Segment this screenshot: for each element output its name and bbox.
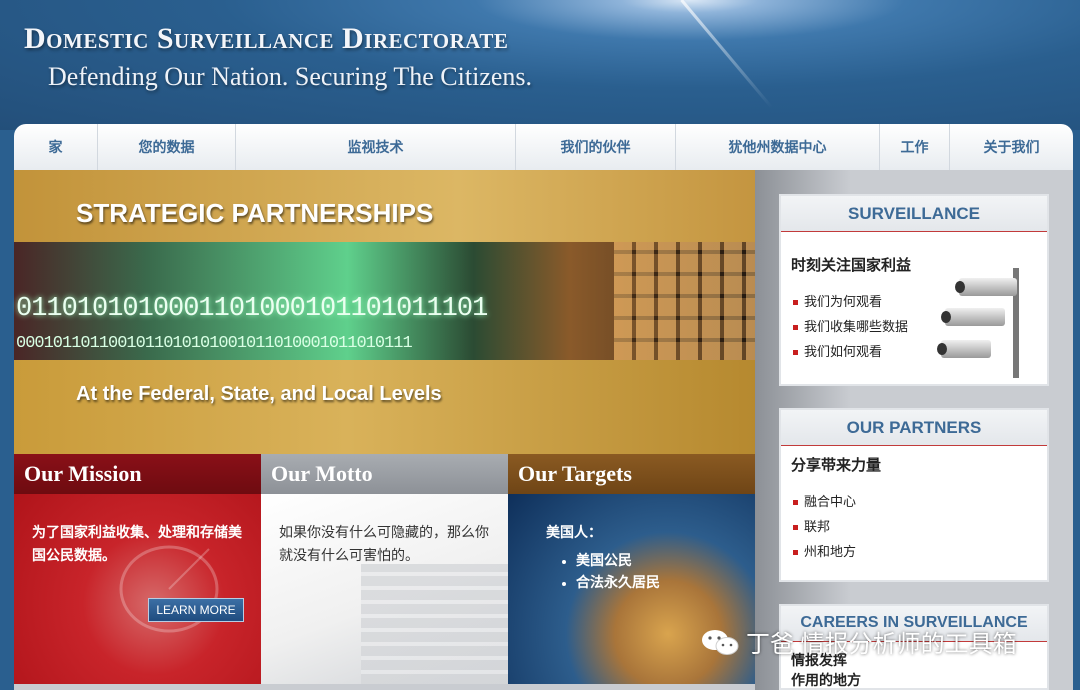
mission-panel: Our Mission 为了国家利益收集、处理和存储美国公民数据。 LEARN …: [14, 454, 261, 684]
mission-text: 为了国家利益收集、处理和存储美国公民数据。: [32, 526, 242, 564]
nav-item-partners[interactable]: 我们的伙伴: [516, 124, 676, 170]
partners-link[interactable]: 融合中心: [793, 489, 1047, 514]
nav-item-home[interactable]: 家: [14, 124, 98, 170]
main-nav: 家 您的数据 监视技术 我们的伙伴 犹他州数据中心 工作 关于我们: [14, 124, 1073, 170]
partners-link[interactable]: 联邦: [793, 514, 1047, 539]
nav-item-your-data[interactable]: 您的数据: [98, 124, 236, 170]
motto-body: 如果你没有什么可隐藏的，那么你就没有什么可害怕的。: [261, 494, 508, 684]
target-item: 合法永久居民: [576, 573, 755, 595]
nav-item-utah-data-center[interactable]: 犹他州数据中心: [676, 124, 880, 170]
targets-text: 美国人： 美国公民 合法永久居民: [546, 522, 755, 595]
targets-list: 美国公民 合法永久居民: [576, 551, 755, 595]
right-sidebar: SURVEILLANCE 时刻关注国家利益 我们为何观看 我们收集哪些数据 我们…: [755, 170, 1073, 690]
security-camera-icon: [937, 258, 1043, 378]
site-tagline: Defending Our Nation. Securing The Citiz…: [48, 62, 533, 91]
hero-banner[interactable]: STRATEGIC PARTNERSHIPS 01101010100011010…: [14, 170, 755, 454]
nav-item-about[interactable]: 关于我们: [950, 124, 1073, 170]
motto-text: 如果你没有什么可隐藏的，那么你就没有什么可害怕的。: [279, 526, 489, 564]
partners-subheading: 分享带来力量: [791, 457, 882, 474]
banner-subtitle: At the Federal, State, and Local Levels: [76, 383, 442, 405]
feature-panels: Our Mission 为了国家利益收集、处理和存储美国公民数据。 LEARN …: [14, 454, 755, 684]
building-image: [361, 564, 508, 684]
mission-body: 为了国家利益收集、处理和存储美国公民数据。 LEARN MORE: [14, 494, 261, 684]
partners-heading[interactable]: OUR PARTNERS: [781, 410, 1047, 446]
watermark-text: 丁爸 情报分析师的工具箱: [746, 631, 1017, 658]
wechat-icon: [700, 627, 740, 657]
motto-heading: Our Motto: [261, 454, 508, 494]
light-streak: [680, 0, 773, 109]
partners-links: 融合中心 联邦 州和地方: [793, 489, 1047, 564]
site-header: Domestic Surveillance Directorate Defend…: [0, 0, 1080, 130]
surveillance-box: SURVEILLANCE 时刻关注国家利益 我们为何观看 我们收集哪些数据 我们…: [779, 194, 1049, 386]
targets-intro: 美国人：: [546, 526, 602, 541]
grid-pattern: [614, 242, 755, 360]
learn-more-button[interactable]: LEARN MORE: [148, 598, 244, 622]
banner-top: STRATEGIC PARTNERSHIPS: [14, 170, 755, 242]
partners-link[interactable]: 州和地方: [793, 539, 1047, 564]
targets-heading: Our Targets: [508, 454, 755, 494]
careers-line2: 作用的地方: [791, 672, 861, 688]
nav-item-surveillance-tech[interactable]: 监视技术: [236, 124, 516, 170]
wechat-watermark: 丁爸 情报分析师的工具箱: [700, 624, 1017, 659]
banner-title: STRATEGIC PARTNERSHIPS: [76, 198, 434, 228]
binary-text-large: 0110101010001101000101101011101: [16, 294, 488, 324]
main-content: STRATEGIC PARTNERSHIPS 01101010100011010…: [14, 170, 1073, 690]
surveillance-heading[interactable]: SURVEILLANCE: [781, 196, 1047, 232]
partners-box: OUR PARTNERS 分享带来力量 融合中心 联邦 州和地方: [779, 408, 1049, 582]
binary-strip-image: 0110101010001101000101101011101 00010110…: [14, 242, 755, 360]
nav-item-jobs[interactable]: 工作: [880, 124, 950, 170]
motto-panel: Our Motto 如果你没有什么可隐藏的，那么你就没有什么可害怕的。: [261, 454, 508, 684]
target-item: 美国公民: [576, 551, 755, 573]
site-title[interactable]: Domestic Surveillance Directorate: [24, 22, 508, 56]
binary-text-small: 0001011011001011010101001011010001011010…: [16, 334, 413, 353]
mission-heading: Our Mission: [14, 454, 261, 494]
